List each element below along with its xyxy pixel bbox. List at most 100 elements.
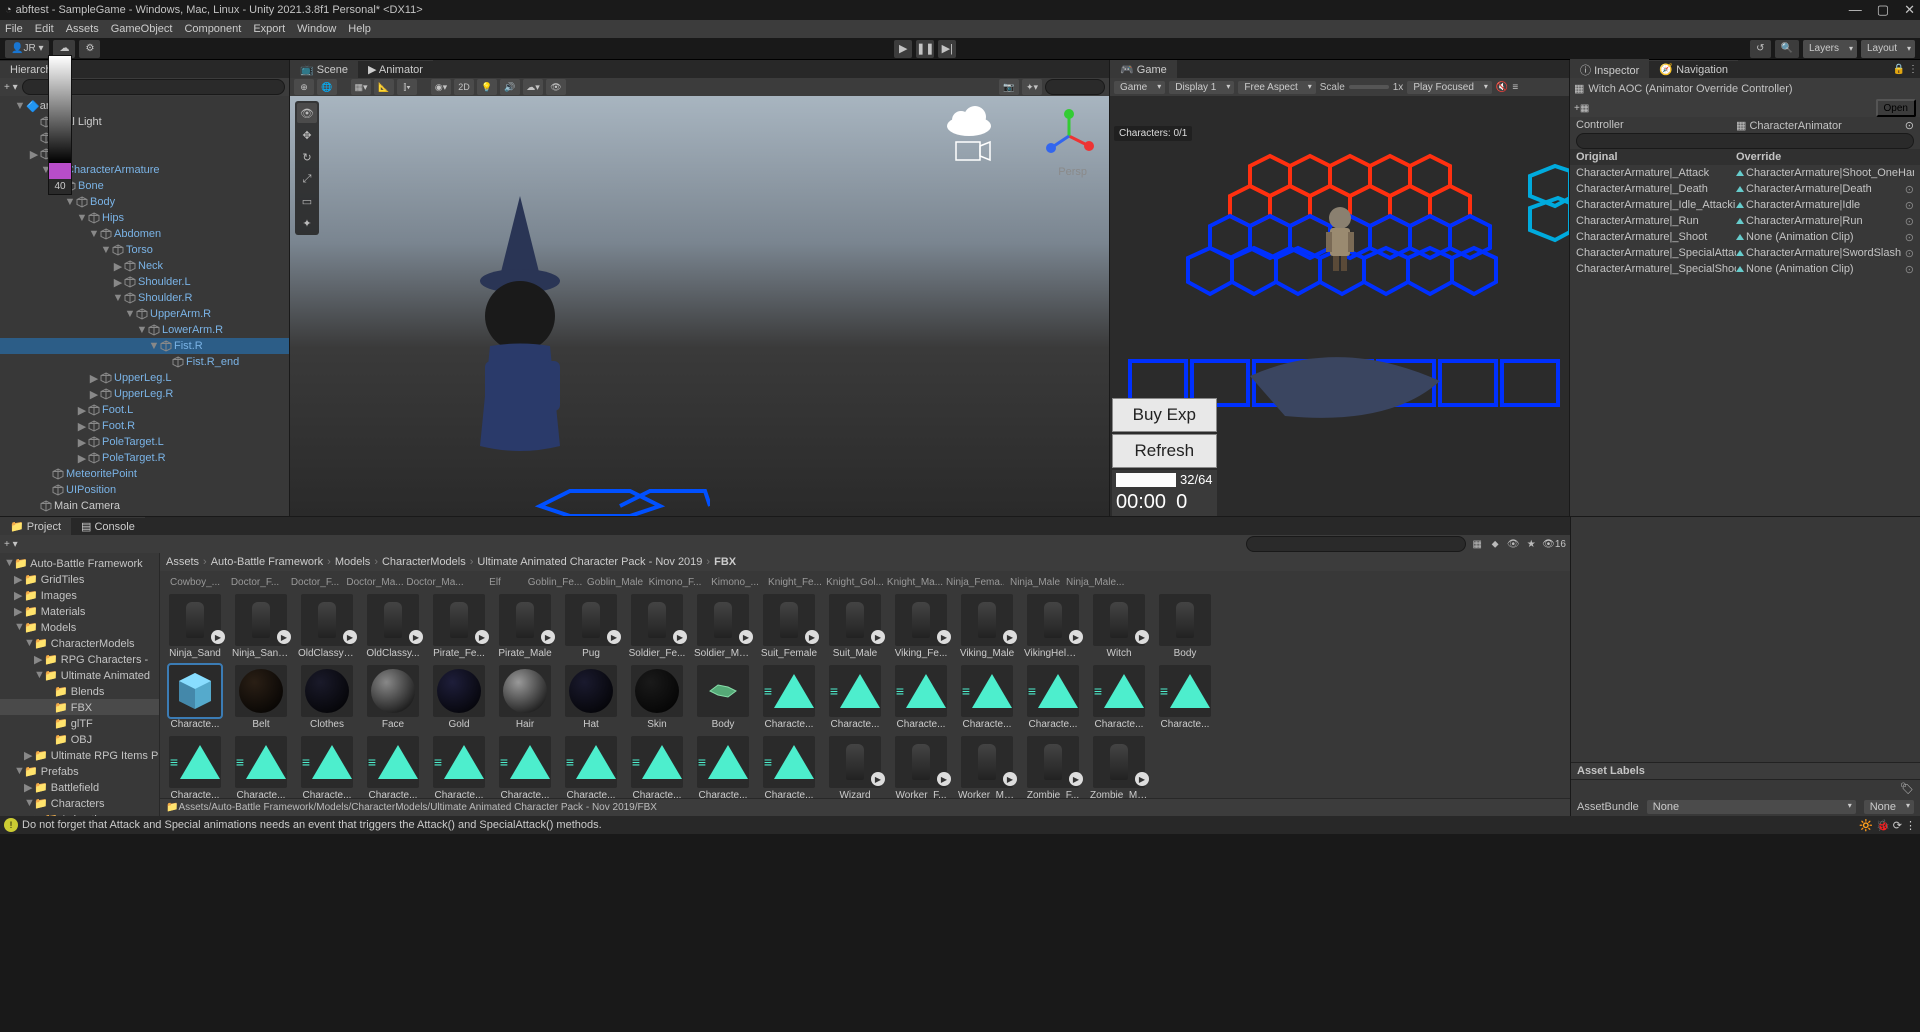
hierarchy-item[interactable]: ▶PoleTarget.R xyxy=(0,450,289,466)
folder-item[interactable]: ▶📁 Animation xyxy=(0,811,159,816)
hierarchy-item[interactable]: Fist.R_end xyxy=(0,354,289,370)
asset-grid[interactable]: Cowboy_...Doctor_F...Doctor_F...Doctor_M… xyxy=(160,571,1570,798)
gizmo-toggle[interactable]: 👁 xyxy=(546,79,566,95)
hierarchy-tree[interactable]: ▼🔷ame* onal Lightr▶y▼CharacterArmature▼B… xyxy=(0,96,289,516)
color-swatch-overlay[interactable]: 40 xyxy=(48,55,72,195)
close-button[interactable]: ✕ xyxy=(1904,2,1915,18)
inspector-tab[interactable]: ⓘ Inspector xyxy=(1570,59,1649,80)
snap-tool[interactable]: 📐 xyxy=(374,79,394,95)
folder-item[interactable]: ▶📁 GridTiles xyxy=(0,571,159,587)
asset-item[interactable]: ▶Suit_Male xyxy=(826,594,884,659)
stats-icon[interactable]: ≡ xyxy=(1512,82,1518,93)
maximize-button[interactable]: ▢ xyxy=(1877,2,1889,18)
folder-item[interactable]: 📁 OBJ xyxy=(0,731,159,747)
menu-edit[interactable]: Edit xyxy=(35,23,54,35)
assetbundle-variant[interactable]: None xyxy=(1864,800,1914,814)
asset-item[interactable]: ≡Characte... xyxy=(298,736,356,798)
open-button[interactable]: Open xyxy=(1876,99,1916,117)
breadcrumb-item[interactable]: Ultimate Animated Character Pack - Nov 2… xyxy=(477,556,702,568)
pause-button[interactable]: ❚❚ xyxy=(916,40,934,58)
folder-item[interactable]: ▼📁 Auto-Battle Framework xyxy=(0,555,159,571)
override-row[interactable]: CharacterArmature|_ShootNone (Animation … xyxy=(1570,229,1920,245)
asset-item[interactable]: ≡Characte... xyxy=(958,665,1016,730)
folder-item[interactable]: ▼📁 Characters xyxy=(0,795,159,811)
asset-item[interactable]: Belt xyxy=(232,665,290,730)
controller-field[interactable]: ▦ CharacterAnimator xyxy=(1736,119,1842,132)
asset-item[interactable]: ≡Characte... xyxy=(628,736,686,798)
rotate-tool[interactable]: ↻ xyxy=(297,147,317,167)
menu-file[interactable]: File xyxy=(5,23,23,35)
asset-item[interactable]: ≡Characte... xyxy=(562,736,620,798)
buy-exp-button[interactable]: Buy Exp xyxy=(1112,398,1217,432)
breadcrumb-item[interactable]: Assets xyxy=(166,556,199,568)
asset-item[interactable]: Hair xyxy=(496,665,554,730)
label-icon[interactable]: 🏷 xyxy=(1900,782,1914,796)
rect-tool[interactable]: ▭ xyxy=(297,191,317,211)
menu-gameobject[interactable]: GameObject xyxy=(111,23,173,35)
hierarchy-item[interactable]: ▶Foot.L xyxy=(0,402,289,418)
breadcrumb-item[interactable]: Models xyxy=(335,556,370,568)
asset-label-top[interactable]: Knight_Ma... xyxy=(886,577,944,588)
status-right-icons[interactable]: 🔆 🐞 ⟳ ⋮ xyxy=(1859,819,1916,832)
asset-label-top[interactable]: Doctor_F... xyxy=(226,577,284,588)
asset-label-top[interactable]: Cowboy_... xyxy=(166,577,224,588)
override-row[interactable]: CharacterArmature|_AttackCharacterArmatu… xyxy=(1570,165,1920,181)
project-search[interactable] xyxy=(1246,536,1466,552)
hidden-icon[interactable]: 👁 xyxy=(1506,537,1520,551)
hierarchy-item[interactable]: ▼Body xyxy=(0,194,289,210)
refresh-button[interactable]: Refresh xyxy=(1112,434,1217,468)
menu-export[interactable]: Export xyxy=(253,23,285,35)
asset-item[interactable]: ▶Ninja_Sand xyxy=(166,594,224,659)
menu-component[interactable]: Component xyxy=(184,23,241,35)
asset-item[interactable]: Gold xyxy=(430,665,488,730)
asset-item[interactable]: ≡Characte... xyxy=(1156,665,1214,730)
light-toggle[interactable]: 💡 xyxy=(477,79,497,95)
move-tool[interactable]: ✥ xyxy=(297,125,317,145)
draw-mode[interactable]: ◉▾ xyxy=(431,79,451,95)
search-button[interactable]: 🔍 xyxy=(1775,40,1799,58)
console-tab[interactable]: ▤ Console xyxy=(71,517,145,535)
hierarchy-item[interactable]: ▶UpperLeg.L xyxy=(0,370,289,386)
hierarchy-item[interactable]: ▼Torso xyxy=(0,242,289,258)
folder-item[interactable]: 📁 Blends xyxy=(0,683,159,699)
assetbundle-dropdown[interactable]: None xyxy=(1647,800,1856,814)
account-button[interactable]: 👤 JR ▾ xyxy=(5,40,49,58)
asset-label-top[interactable]: Ninja_Fema... xyxy=(946,577,1004,588)
navigation-tab[interactable]: 🧭 Navigation xyxy=(1649,60,1738,78)
asset-item[interactable]: ≡Characte... xyxy=(166,736,224,798)
fav-icon[interactable]: ⬥ xyxy=(1488,537,1502,551)
asset-item[interactable]: Face xyxy=(364,665,422,730)
aspect-dropdown[interactable]: Free Aspect xyxy=(1238,81,1315,94)
asset-item[interactable]: ▶Soldier_Fe... xyxy=(628,594,686,659)
asset-item[interactable]: ▶Wizard xyxy=(826,736,884,798)
asset-item[interactable]: ▶Ninja_Sand... xyxy=(232,594,290,659)
asset-item[interactable]: ≡Characte... xyxy=(430,736,488,798)
hierarchy-item[interactable]: ▼Shoulder.R xyxy=(0,290,289,306)
asset-item[interactable]: ▶Suit_Female xyxy=(760,594,818,659)
hierarchy-item[interactable]: ▼Bone xyxy=(0,178,289,194)
folder-item[interactable]: ▼📁 Models xyxy=(0,619,159,635)
asset-item[interactable]: ≡Characte... xyxy=(694,736,752,798)
asset-item[interactable]: ▶Worker_F... xyxy=(892,736,950,798)
asset-item[interactable]: ▶OldClassy_... xyxy=(298,594,356,659)
breadcrumb-item[interactable]: FBX xyxy=(714,556,736,568)
asset-item[interactable]: ▶Viking_Male xyxy=(958,594,1016,659)
menu-assets[interactable]: Assets xyxy=(66,23,99,35)
asset-item[interactable]: ▶Pirate_Fe... xyxy=(430,594,488,659)
folder-item[interactable]: ▶📁 Ultimate RPG Items P xyxy=(0,747,159,763)
hierarchy-item[interactable]: ▶y xyxy=(0,146,289,162)
folder-item[interactable]: ▶📁 Images xyxy=(0,587,159,603)
folder-item[interactable]: ▼📁 Ultimate Animated xyxy=(0,667,159,683)
breadcrumb[interactable]: Assets›Auto-Battle Framework›Models›Char… xyxy=(160,553,1570,571)
hierarchy-item[interactable]: onal Light xyxy=(0,114,289,130)
scene-search[interactable] xyxy=(1045,79,1105,95)
menu-help[interactable]: Help xyxy=(348,23,371,35)
asset-item[interactable]: Hat xyxy=(562,665,620,730)
asset-item[interactable]: ▶OldClassy... xyxy=(364,594,422,659)
camera-button[interactable]: 📷 xyxy=(999,79,1019,95)
asset-label-top[interactable]: Doctor_F... xyxy=(286,577,344,588)
grid-tool[interactable]: ▦▾ xyxy=(351,79,371,95)
undo-history-button[interactable]: ↺ xyxy=(1750,40,1770,58)
hierarchy-item[interactable]: ▶PoleTarget.L xyxy=(0,434,289,450)
inspector-menu[interactable]: ⋮ xyxy=(1906,62,1920,76)
